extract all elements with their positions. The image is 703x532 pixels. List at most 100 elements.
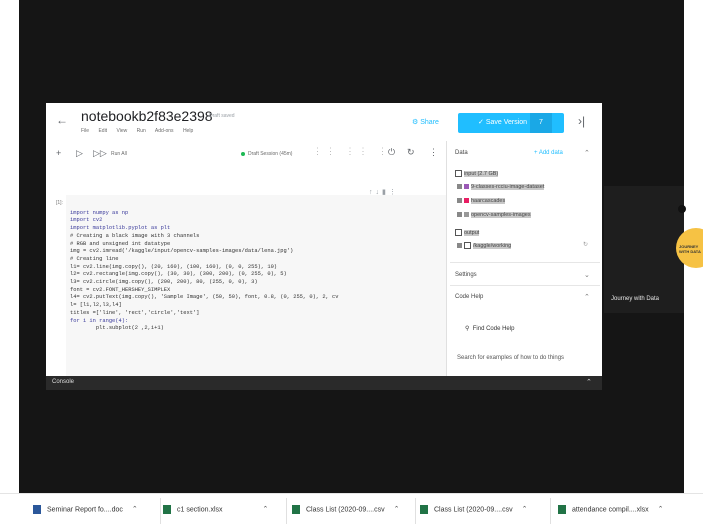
tree-output-item[interactable]: /kaggle/working (457, 242, 512, 249)
draft-status: Draft saved (209, 113, 235, 119)
refresh-output-icon[interactable]: ↻ (583, 241, 588, 248)
add-data-button[interactable]: + Add data (534, 150, 563, 156)
save-icon: ✓ (478, 119, 484, 126)
excel-file-icon (420, 505, 428, 514)
tree-dataset-item[interactable]: opencv-samples-images (457, 212, 531, 218)
resource-meter-icons: ⋮⋮ ⋮⋮ ⋮ (313, 146, 392, 156)
draft-session-label[interactable]: Draft Session (45m) (248, 151, 292, 157)
input-label: input (2.7 GB) (464, 170, 499, 177)
tree-output[interactable]: output (455, 229, 480, 236)
cell-menu-icon[interactable]: ⋮ (389, 189, 399, 196)
divider (450, 285, 600, 286)
expand-icon (457, 212, 462, 218)
save-version-button[interactable]: ✓ Save Version 7 (458, 113, 564, 133)
settings-section-label[interactable]: Settings (455, 272, 477, 278)
menu-bar: File Edit View Run Add-ons Help (81, 128, 201, 134)
folder-icon (455, 229, 462, 236)
code-line: plt.subplot(2 ,2,i+1) (70, 325, 164, 332)
excel-file-icon (558, 505, 566, 514)
console-bar[interactable] (46, 376, 602, 390)
back-arrow-icon[interactable]: ← (56, 113, 68, 127)
excel-file-icon (292, 505, 300, 514)
menu-run[interactable]: Run (137, 128, 146, 134)
code-line: # RGB and unsigned int datatype (70, 240, 171, 247)
divider (550, 498, 551, 524)
save-version-text: Save Version (485, 119, 528, 126)
code-line: titles =['line', 'rect','circle','text'] (70, 309, 200, 316)
menu-add-ons[interactable]: Add-ons (155, 128, 174, 134)
more-options-icon[interactable]: ⋮ (429, 147, 438, 158)
chevron-up-icon[interactable]: ⌃ (522, 506, 528, 513)
save-version-label: ✓ Save Version (478, 113, 527, 133)
delete-cell-icon[interactable]: ▮ (382, 189, 389, 196)
menu-view[interactable]: View (116, 128, 127, 134)
code-help-section-label[interactable]: Code Help (455, 294, 483, 300)
download-item[interactable]: attendance compil....xlsx ⌃ (558, 505, 664, 514)
logo-dot (678, 205, 686, 213)
cell-prompt: [1]: (56, 200, 63, 206)
search-hint: Search for examples of how to do things (457, 355, 565, 361)
folder-icon (455, 170, 462, 177)
expand-icon (457, 243, 462, 248)
run-all-icon[interactable]: ▷▷ (93, 148, 107, 159)
code-line: l= [l1,l2,l3,l4] (70, 302, 122, 309)
chevron-up-icon[interactable]: ⌃ (586, 378, 592, 386)
refresh-icon[interactable]: ↻ (407, 147, 415, 158)
code-line: l2= cv2.rectangle(img.copy(), (30, 30), … (70, 271, 287, 278)
output-label: output (464, 229, 480, 236)
notebook-title[interactable]: notebookb2f83e2398 (81, 108, 213, 124)
chevron-down-icon[interactable]: ⌄ (584, 271, 590, 279)
add-cell-icon[interactable]: + (56, 148, 61, 158)
chevron-up-icon[interactable]: ⌃ (394, 506, 400, 513)
chevron-up-icon[interactable]: ⌃ (263, 506, 269, 513)
divider (415, 498, 416, 524)
chevron-up-icon[interactable]: ⌃ (132, 506, 138, 513)
power-icon[interactable]: ⏻ (388, 147, 395, 158)
cell-toolbar: ↑↓▮⋮ (369, 188, 399, 196)
download-filename: Class List (2020-09....csv (434, 506, 513, 514)
menu-edit[interactable]: Edit (98, 128, 107, 134)
share-label: Share (420, 119, 439, 126)
code-line: img = cv2.imread('/kaggle/input/opencv-s… (70, 248, 294, 255)
logo-text: JOURNEY WITH DATA (679, 244, 701, 254)
tree-dataset-item[interactable]: haarcascades (457, 198, 506, 204)
download-filename: attendance compil....xlsx (572, 506, 649, 514)
code-line: # Creating a black image with 3 channels (70, 232, 200, 239)
divider (450, 262, 600, 263)
folder-icon (464, 242, 471, 249)
tree-input[interactable]: input (2.7 GB) (455, 170, 499, 177)
console-label: Console (52, 379, 75, 385)
divider (286, 498, 287, 524)
run-cell-icon[interactable]: ▷ (76, 148, 83, 159)
code-line: l4= cv2.putText(img.copy(), 'Sample Imag… (70, 294, 339, 301)
download-item[interactable]: Seminar Report fo....doc ⌃ (33, 505, 138, 514)
code-line: import numpy as np (70, 209, 129, 216)
download-filename: Seminar Report fo....doc (47, 506, 123, 514)
dataset-icon (464, 212, 469, 218)
session-status-dot (241, 152, 245, 156)
chevron-up-icon[interactable]: ⌃ (658, 506, 664, 513)
dataset-label: opencv-samples-images (471, 212, 531, 218)
chevron-up-icon[interactable]: ⌃ (584, 149, 590, 157)
menu-help[interactable]: Help (183, 128, 193, 134)
version-number[interactable]: 7 (530, 113, 552, 133)
download-item[interactable]: Class List (2020-09....csv ⌃ (292, 505, 399, 514)
download-filename: Class List (2020-09....csv (306, 506, 385, 514)
collapse-panel-icon[interactable]: ›| (578, 114, 585, 128)
download-filename: c1 section.xlsx (177, 506, 223, 514)
find-code-help-button[interactable]: ⚲ Find Code Help (465, 325, 514, 332)
code-editor[interactable]: import numpy as np import cv2 import matpl… (70, 202, 445, 341)
tree-dataset-item[interactable]: 9-classes-rcciu-image-dataset (457, 184, 545, 190)
download-item[interactable]: c1 section.xlsx ⌃ (163, 505, 268, 514)
download-item[interactable]: Class List (2020-09....csv ⌃ (420, 505, 527, 514)
code-line: # Creating line (70, 255, 119, 262)
share-button[interactable]: ⚙ Share (412, 118, 439, 126)
sidebar-divider[interactable] (446, 141, 447, 376)
share-icon: ⚙ (412, 119, 419, 126)
expand-icon (457, 184, 462, 190)
run-all-label[interactable]: Run All (111, 151, 127, 157)
menu-file[interactable]: File (81, 128, 89, 134)
expand-icon (457, 198, 462, 204)
chevron-up-icon[interactable]: ⌃ (584, 293, 590, 301)
search-icon: ⚲ (465, 326, 470, 332)
